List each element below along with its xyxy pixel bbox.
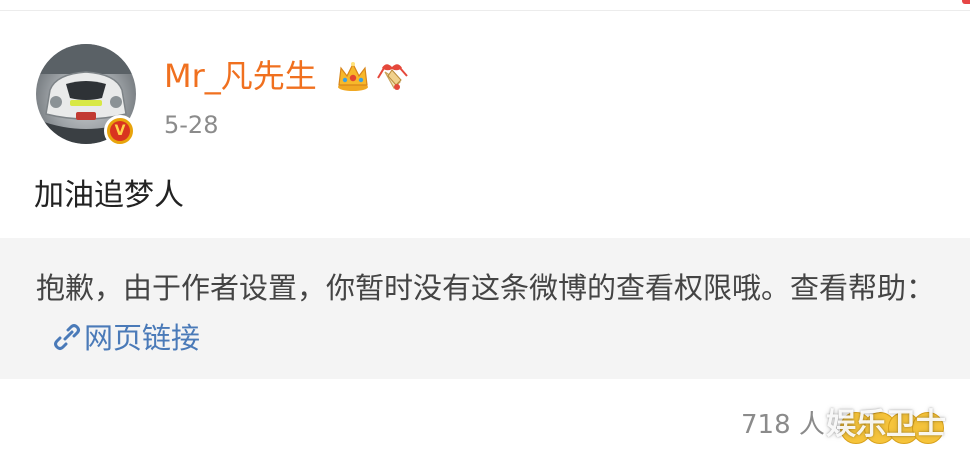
watermark: 娱乐卫士 — [826, 407, 946, 442]
verified-badge-icon: V — [104, 115, 136, 147]
notice-message: 抱歉，由于作者设置，你暂时没有这条微博的查看权限哦。查看帮助： — [36, 271, 936, 305]
gift-bell-icon[interactable] — [374, 58, 410, 94]
username-link[interactable]: Mr_凡先生 — [164, 56, 317, 96]
top-accent-mark — [962, 0, 970, 4]
top-divider — [0, 10, 970, 11]
crown-icon[interactable] — [335, 58, 371, 92]
link-icon — [54, 324, 80, 350]
post-text: 加油追梦人 — [34, 178, 184, 213]
post-date[interactable]: 5-28 — [164, 110, 218, 140]
permission-notice: 抱歉，由于作者设置，你暂时没有这条微博的查看权限哦。查看帮助： 网页链接 — [36, 263, 936, 363]
read-count: 718 人 — [741, 410, 825, 440]
web-link[interactable]: 网页链接 — [84, 321, 200, 355]
